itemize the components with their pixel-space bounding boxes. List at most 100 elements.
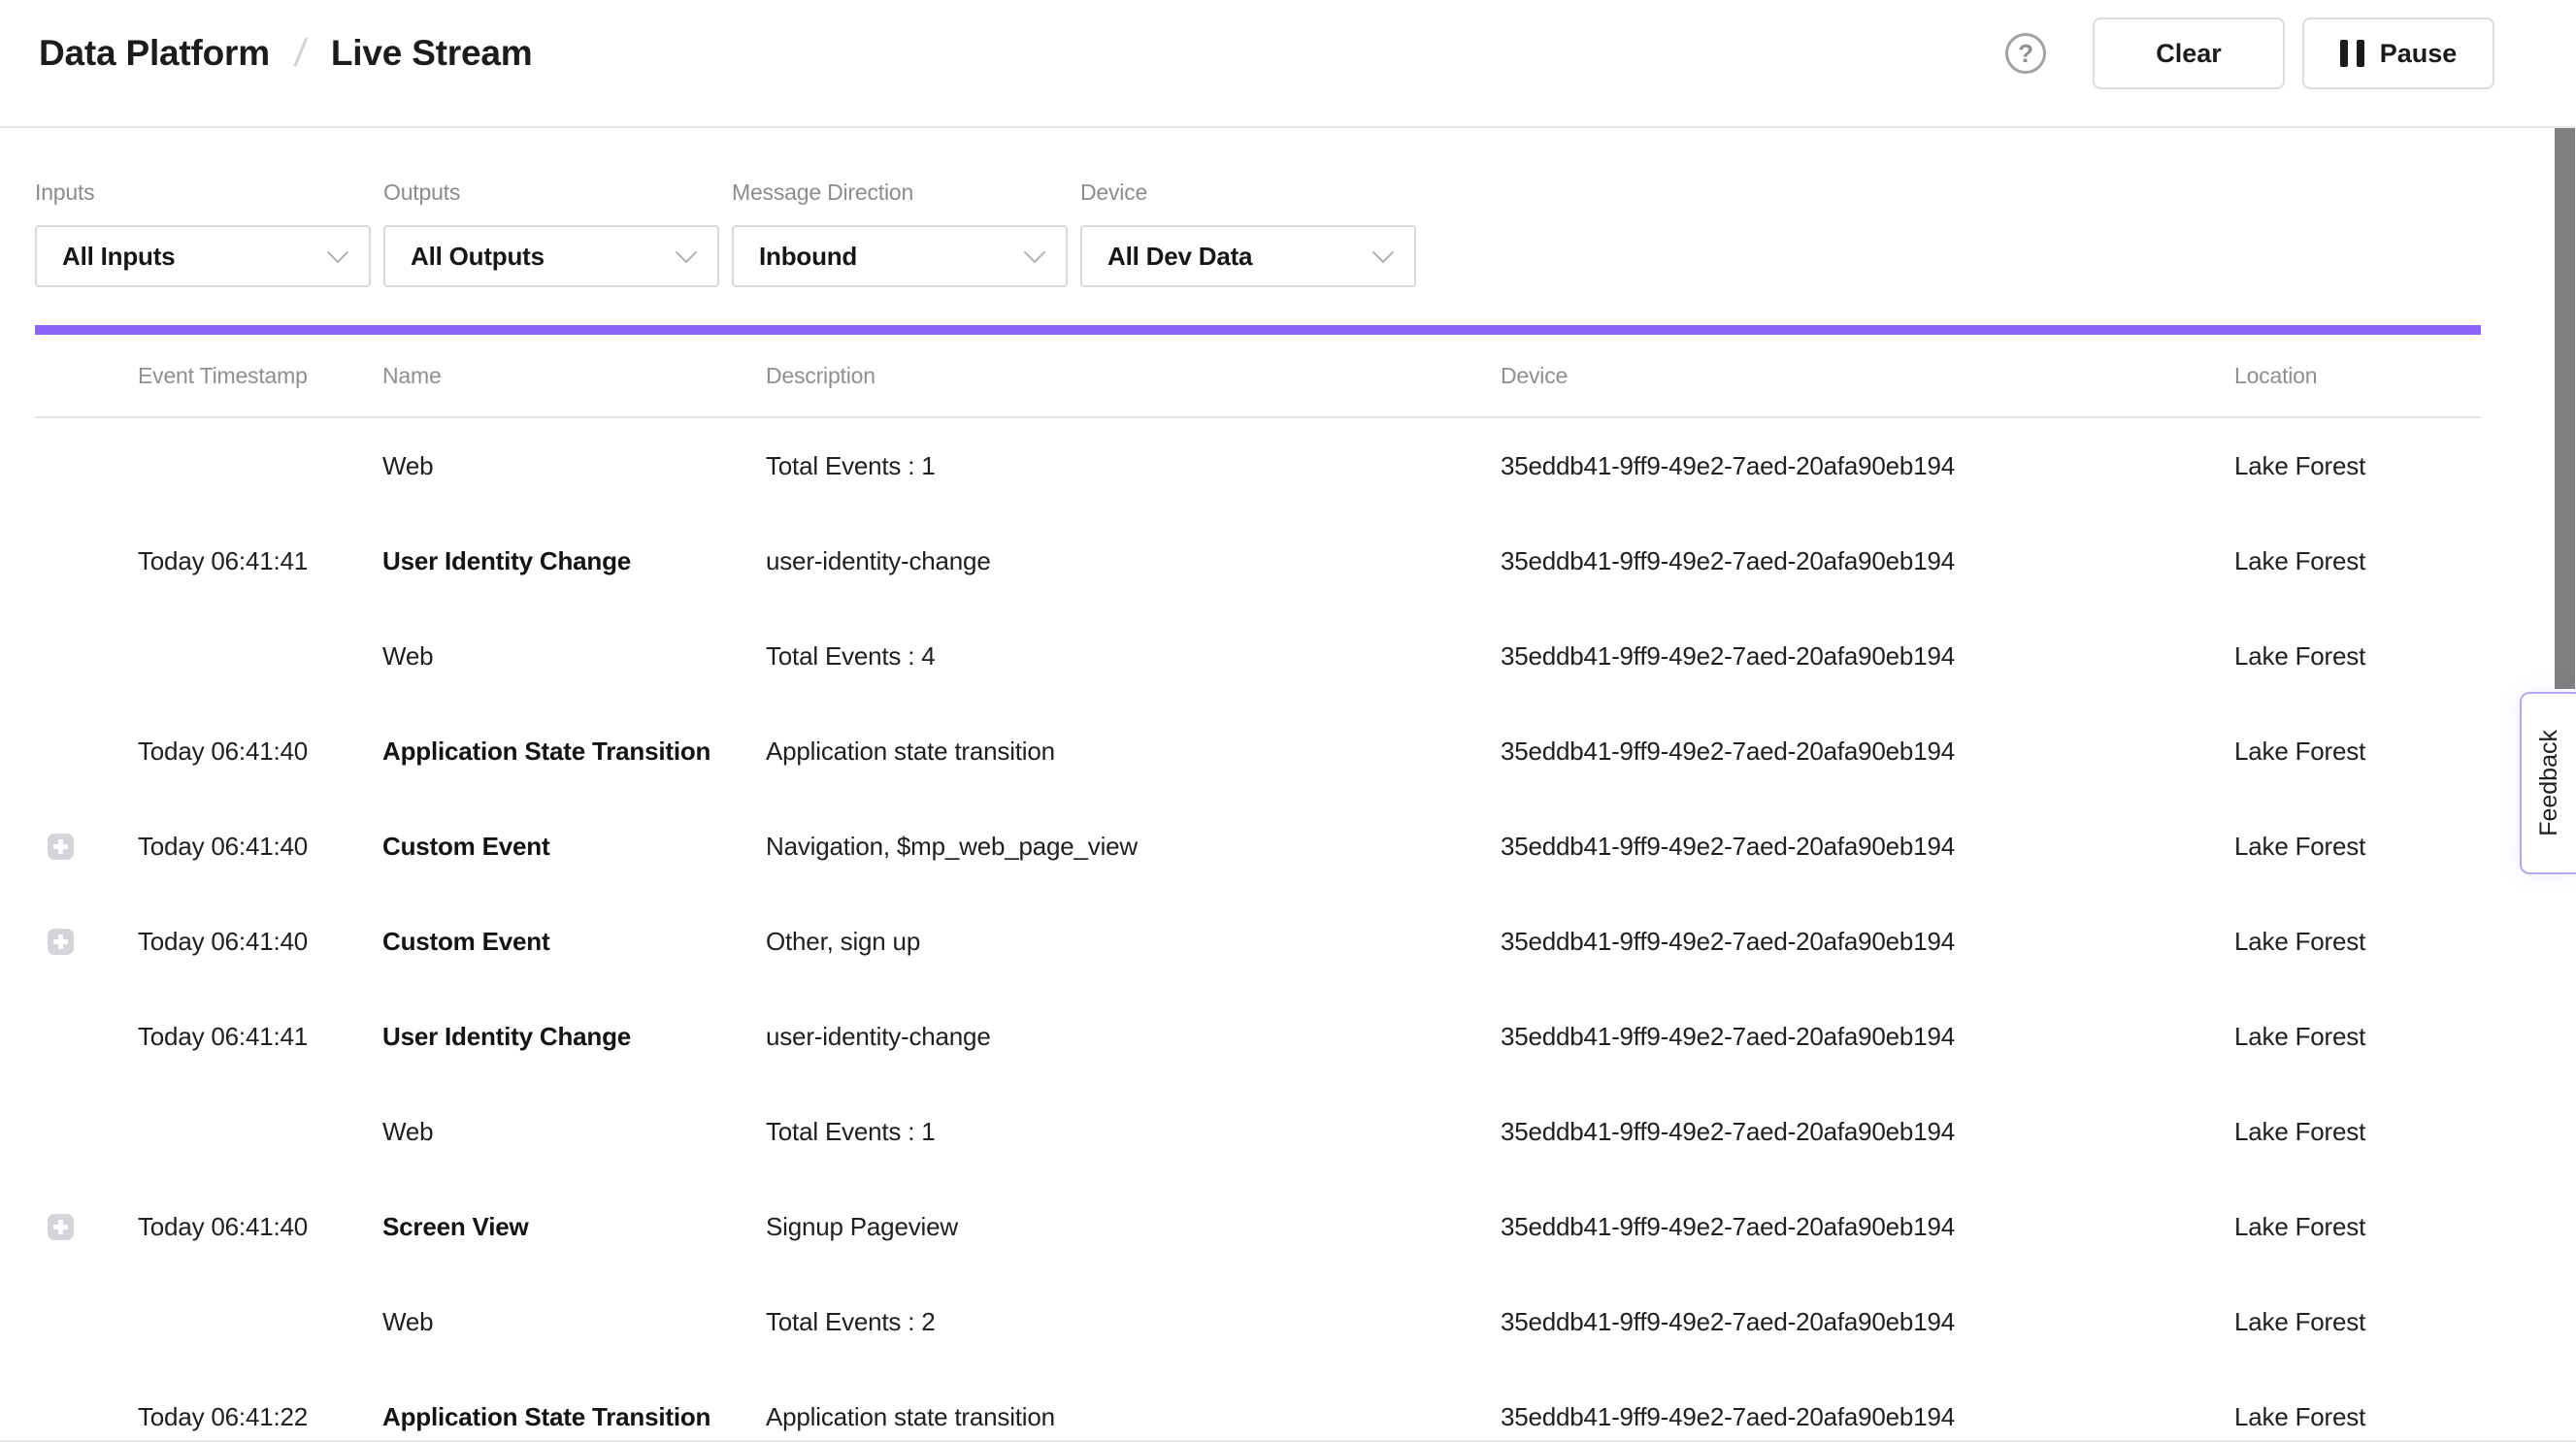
cell-device: 35eddb41-9ff9-49e2-7aed-20afa90eb194: [1501, 1212, 2234, 1242]
filter-group: Inputs All Inputs: [35, 180, 371, 287]
breadcrumb: Data Platform / Live Stream: [39, 32, 532, 76]
breadcrumb-item-data-platform[interactable]: Data Platform: [39, 33, 270, 74]
filter-group: Message Direction Inbound: [732, 180, 1068, 287]
filter-selected-value: All Inputs: [62, 242, 175, 272]
filter-dropdown-inputs[interactable]: All Inputs: [35, 225, 371, 287]
cell-name: Application State Transition: [382, 737, 766, 767]
cell-event-timestamp: Today 06:41:22: [138, 1402, 382, 1432]
table-row[interactable]: Web Total Events : 1 35eddb41-9ff9-49e2-…: [35, 418, 2481, 513]
cell-name: User Identity Change: [382, 1022, 766, 1052]
expand-plus-icon[interactable]: [48, 834, 74, 860]
column-header-location: Location: [2234, 363, 2481, 389]
cell-location: Lake Forest: [2234, 451, 2481, 481]
table-row[interactable]: Today 06:41:22 Application State Transit…: [35, 1369, 2481, 1442]
cell-device: 35eddb41-9ff9-49e2-7aed-20afa90eb194: [1501, 1307, 2234, 1337]
vertical-scrollbar-thumb[interactable]: [2555, 128, 2575, 689]
table-row[interactable]: Today 06:41:40 Custom Event Navigation, …: [35, 799, 2481, 894]
cell-device: 35eddb41-9ff9-49e2-7aed-20afa90eb194: [1501, 641, 2234, 672]
cell-name: Web: [382, 641, 766, 672]
cell-event-timestamp: Today 06:41:41: [138, 546, 382, 576]
feedback-tab[interactable]: Feedback: [2520, 692, 2576, 874]
cell-device: 35eddb41-9ff9-49e2-7aed-20afa90eb194: [1501, 451, 2234, 481]
app-header: Data Platform / Live Stream ? Clear Paus…: [0, 0, 2576, 128]
table-header-row: Event Timestamp Name Description Device …: [35, 335, 2481, 418]
filter-label: Inputs: [35, 180, 371, 206]
cell-expand: [35, 1214, 138, 1240]
cell-name: Custom Event: [382, 927, 766, 957]
cell-location: Lake Forest: [2234, 832, 2481, 862]
pause-button[interactable]: Pause: [2302, 17, 2494, 89]
filter-selected-value: All Dev Data: [1107, 242, 1252, 272]
help-icon[interactable]: ?: [2005, 33, 2046, 74]
table-row[interactable]: Today 06:41:41 User Identity Change user…: [35, 513, 2481, 608]
filters-bar: Inputs All Inputs Outputs All Outputs Me…: [0, 128, 2576, 287]
cell-location: Lake Forest: [2234, 1117, 2481, 1147]
filter-dropdown-message-direction[interactable]: Inbound: [732, 225, 1068, 287]
cell-description: Total Events : 2: [766, 1307, 1501, 1337]
cell-event-timestamp: Today 06:41:40: [138, 1212, 382, 1242]
expand-plus-icon[interactable]: [48, 1214, 74, 1240]
table-row[interactable]: Today 06:41:41 User Identity Change user…: [35, 989, 2481, 1084]
filter-group: Device All Dev Data: [1080, 180, 1416, 287]
chevron-down-icon: [676, 242, 698, 264]
cell-device: 35eddb41-9ff9-49e2-7aed-20afa90eb194: [1501, 1022, 2234, 1052]
cell-device: 35eddb41-9ff9-49e2-7aed-20afa90eb194: [1501, 927, 2234, 957]
events-table: Event Timestamp Name Description Device …: [35, 335, 2481, 1442]
filter-label: Outputs: [383, 180, 719, 206]
cell-location: Lake Forest: [2234, 546, 2481, 576]
clear-button[interactable]: Clear: [2093, 17, 2285, 89]
table-row[interactable]: Today 06:41:40 Screen View Signup Pagevi…: [35, 1179, 2481, 1274]
column-header-event-timestamp: Event Timestamp: [138, 363, 382, 389]
cell-description: Total Events : 1: [766, 451, 1501, 481]
table-body: Web Total Events : 1 35eddb41-9ff9-49e2-…: [35, 418, 2481, 1442]
cell-location: Lake Forest: [2234, 641, 2481, 672]
cell-expand: [35, 834, 138, 860]
cell-description: Application state transition: [766, 1402, 1501, 1432]
table-row[interactable]: Web Total Events : 1 35eddb41-9ff9-49e2-…: [35, 1084, 2481, 1179]
chevron-down-icon: [1024, 242, 1046, 264]
cell-description: user-identity-change: [766, 546, 1501, 576]
cell-name: Screen View: [382, 1212, 766, 1242]
column-header-device: Device: [1501, 363, 2234, 389]
accent-bar: [35, 325, 2481, 335]
column-header-description: Description: [766, 363, 1501, 389]
breadcrumb-item-live-stream: Live Stream: [331, 33, 533, 74]
pause-button-label: Pause: [2380, 39, 2458, 69]
column-header-name: Name: [382, 363, 766, 389]
cell-device: 35eddb41-9ff9-49e2-7aed-20afa90eb194: [1501, 737, 2234, 767]
filter-label: Message Direction: [732, 180, 1068, 206]
cell-location: Lake Forest: [2234, 927, 2481, 957]
table-row[interactable]: Today 06:41:40 Application State Transit…: [35, 704, 2481, 799]
cell-description: Navigation, $mp_web_page_view: [766, 832, 1501, 862]
table-row[interactable]: Web Total Events : 4 35eddb41-9ff9-49e2-…: [35, 608, 2481, 704]
cell-description: Total Events : 4: [766, 641, 1501, 672]
cell-device: 35eddb41-9ff9-49e2-7aed-20afa90eb194: [1501, 1402, 2234, 1432]
filter-dropdown-outputs[interactable]: All Outputs: [383, 225, 719, 287]
header-actions: ? Clear Pause: [2005, 17, 2494, 89]
cell-location: Lake Forest: [2234, 737, 2481, 767]
cell-description: Signup Pageview: [766, 1212, 1501, 1242]
cell-location: Lake Forest: [2234, 1022, 2481, 1052]
cell-location: Lake Forest: [2234, 1402, 2481, 1432]
breadcrumb-separator: /: [292, 32, 309, 76]
cell-device: 35eddb41-9ff9-49e2-7aed-20afa90eb194: [1501, 1117, 2234, 1147]
cell-description: Application state transition: [766, 737, 1501, 767]
cell-name: Web: [382, 1117, 766, 1147]
expand-plus-icon[interactable]: [48, 929, 74, 955]
cell-event-timestamp: Today 06:41:40: [138, 737, 382, 767]
cell-name: Application State Transition: [382, 1402, 766, 1432]
pause-icon: [2340, 40, 2364, 67]
cell-event-timestamp: Today 06:41:40: [138, 832, 382, 862]
cell-name: Custom Event: [382, 832, 766, 862]
filter-selected-value: All Outputs: [411, 242, 545, 272]
chevron-down-icon: [1372, 242, 1395, 264]
table-row[interactable]: Today 06:41:40 Custom Event Other, sign …: [35, 894, 2481, 989]
feedback-tab-label: Feedback: [2535, 730, 2563, 836]
chevron-down-icon: [327, 242, 349, 264]
filter-dropdown-device[interactable]: All Dev Data: [1080, 225, 1416, 287]
cell-location: Lake Forest: [2234, 1307, 2481, 1337]
cell-name: Web: [382, 1307, 766, 1337]
table-row[interactable]: Web Total Events : 2 35eddb41-9ff9-49e2-…: [35, 1274, 2481, 1369]
cell-device: 35eddb41-9ff9-49e2-7aed-20afa90eb194: [1501, 832, 2234, 862]
cell-description: Other, sign up: [766, 927, 1501, 957]
